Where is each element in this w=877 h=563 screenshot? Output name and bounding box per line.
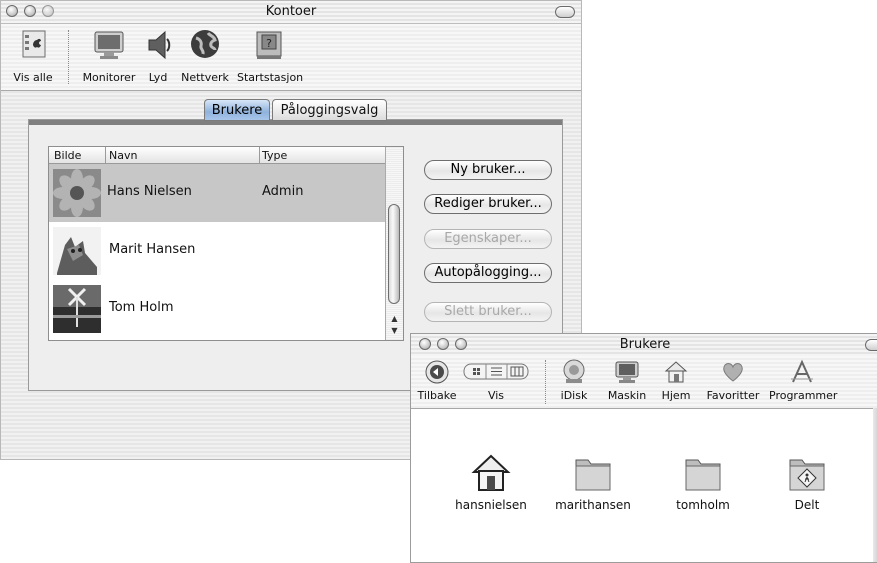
user-type: Admin	[262, 184, 304, 199]
window-title: Kontoer	[265, 4, 317, 19]
window-edge	[873, 408, 877, 562]
toolbar-show-all[interactable]: Vis alle	[7, 28, 59, 84]
idisk-icon	[561, 359, 587, 385]
folder-marithansen[interactable]: marithansen	[551, 452, 635, 512]
users-titlebar: Brukere	[411, 334, 877, 357]
column-header-type[interactable]: Type	[262, 149, 287, 162]
toolbar-label: Favoritter	[706, 389, 760, 402]
computer-icon	[614, 359, 640, 385]
toolbar-label: Lyd	[148, 71, 168, 84]
svg-text:?: ?	[266, 37, 272, 50]
toolbar-label: iDisk	[560, 389, 588, 402]
toolbar-applications[interactable]: Programmer	[769, 359, 838, 402]
column-header-picture[interactable]: Bilde	[54, 149, 81, 162]
globe-icon	[188, 28, 222, 62]
toolbar-network[interactable]: Nettverk	[181, 28, 229, 84]
folder-label: tomholm	[676, 498, 730, 512]
heart-icon	[720, 359, 746, 385]
column-header-name[interactable]: Navn	[109, 149, 137, 162]
prefs-toolbar: Vis alle Monitorer Lyd Nettverk ? Starts	[1, 24, 581, 91]
toolbar-label: Monitorer	[82, 71, 136, 84]
cat-picture	[53, 227, 101, 275]
toolbar-separator	[68, 30, 69, 84]
toolbar-label: Nettverk	[181, 71, 229, 84]
toolbar-label: Vis alle	[13, 71, 53, 84]
sign-picture	[53, 285, 101, 333]
back-button[interactable]: Tilbake	[416, 359, 458, 402]
scroll-up-arrow-icon[interactable]: ▲	[386, 313, 403, 324]
users-table: Bilde Navn Type Hans Nielsen Admin Marit…	[48, 146, 404, 341]
toolbar-label: Hjem	[661, 389, 691, 402]
disk-icon: ?	[252, 28, 286, 62]
toolbar-toggle-button[interactable]	[555, 6, 575, 18]
toolbar-computer[interactable]: Maskin	[605, 359, 649, 402]
folder-shared[interactable]: Delt	[777, 452, 837, 512]
folder-hansnielsen[interactable]: hansnielsen	[451, 452, 531, 512]
properties-button[interactable]: Egenskaper...	[424, 229, 552, 249]
applications-icon	[789, 359, 815, 385]
delete-user-button[interactable]: Slett bruker...	[424, 302, 552, 322]
tab-users[interactable]: Brukere	[204, 99, 270, 121]
toolbar-home[interactable]: Hjem	[660, 359, 692, 402]
window-title: Brukere	[619, 337, 671, 352]
folder-label: marithansen	[555, 498, 631, 512]
flower-picture	[53, 169, 101, 217]
back-arrow-icon	[424, 359, 450, 385]
monitor-icon	[92, 28, 126, 62]
folder-icon	[573, 452, 613, 492]
column-divider	[105, 147, 106, 163]
accounts-titlebar: Kontoer	[1, 1, 581, 24]
users-folder-window: Brukere Tilbake Vis iDisk Maskin Hjem Fa…	[410, 333, 877, 563]
table-row[interactable]: Tom Holm	[49, 280, 386, 338]
view-mode-icon	[463, 359, 529, 385]
table-scrollbar[interactable]: ▲ ▼	[385, 147, 403, 340]
table-header: Bilde Navn Type	[49, 147, 386, 164]
user-name: Hans Nielsen	[107, 184, 192, 199]
home-icon	[663, 359, 689, 385]
toolbar-label: Tilbake	[417, 389, 457, 402]
table-row[interactable]: Marit Hansen	[49, 222, 386, 280]
folder-tomholm[interactable]: tomholm	[663, 452, 743, 512]
view-control[interactable]: Vis	[463, 359, 529, 402]
toolbar-separator	[545, 360, 546, 404]
edit-user-button[interactable]: Rediger bruker...	[424, 194, 552, 214]
column-divider	[259, 147, 260, 163]
tab-login-options[interactable]: Påloggingsvalg	[272, 99, 387, 121]
toolbar-idisk[interactable]: iDisk	[557, 359, 591, 402]
folder-label: hansnielsen	[455, 498, 527, 512]
home-folder-icon	[471, 452, 511, 492]
toolbar-label: Programmer	[769, 389, 838, 402]
shared-folder-icon	[787, 452, 827, 492]
scroll-down-arrow-icon[interactable]: ▼	[386, 325, 403, 336]
scrollbar-thumb[interactable]	[388, 204, 400, 304]
user-name: Marit Hansen	[109, 242, 196, 257]
new-user-button[interactable]: Ny bruker...	[424, 160, 552, 180]
speaker-icon	[143, 28, 177, 62]
folder-label: Delt	[794, 498, 820, 512]
toolbar-label: Startstasjon	[237, 71, 304, 84]
toolbar-toggle-button[interactable]	[865, 339, 877, 351]
toolbar-startup-disk[interactable]: ? Startstasjon	[237, 28, 304, 84]
auto-login-button[interactable]: Autopålogging...	[424, 263, 552, 283]
toolbar-favorites[interactable]: Favoritter	[705, 359, 761, 402]
user-name: Tom Holm	[109, 300, 174, 315]
table-row[interactable]: Hans Nielsen Admin	[49, 164, 386, 222]
toolbar-label: Vis	[487, 389, 505, 402]
toolbar-monitors[interactable]: Monitorer	[81, 28, 137, 84]
folder-icon	[683, 452, 723, 492]
toolbar-label: Maskin	[607, 389, 647, 402]
toolbar-sound[interactable]: Lyd	[143, 28, 173, 84]
apple-icon	[16, 28, 50, 62]
finder-toolbar: Tilbake Vis iDisk Maskin Hjem Favoritter…	[411, 356, 877, 409]
